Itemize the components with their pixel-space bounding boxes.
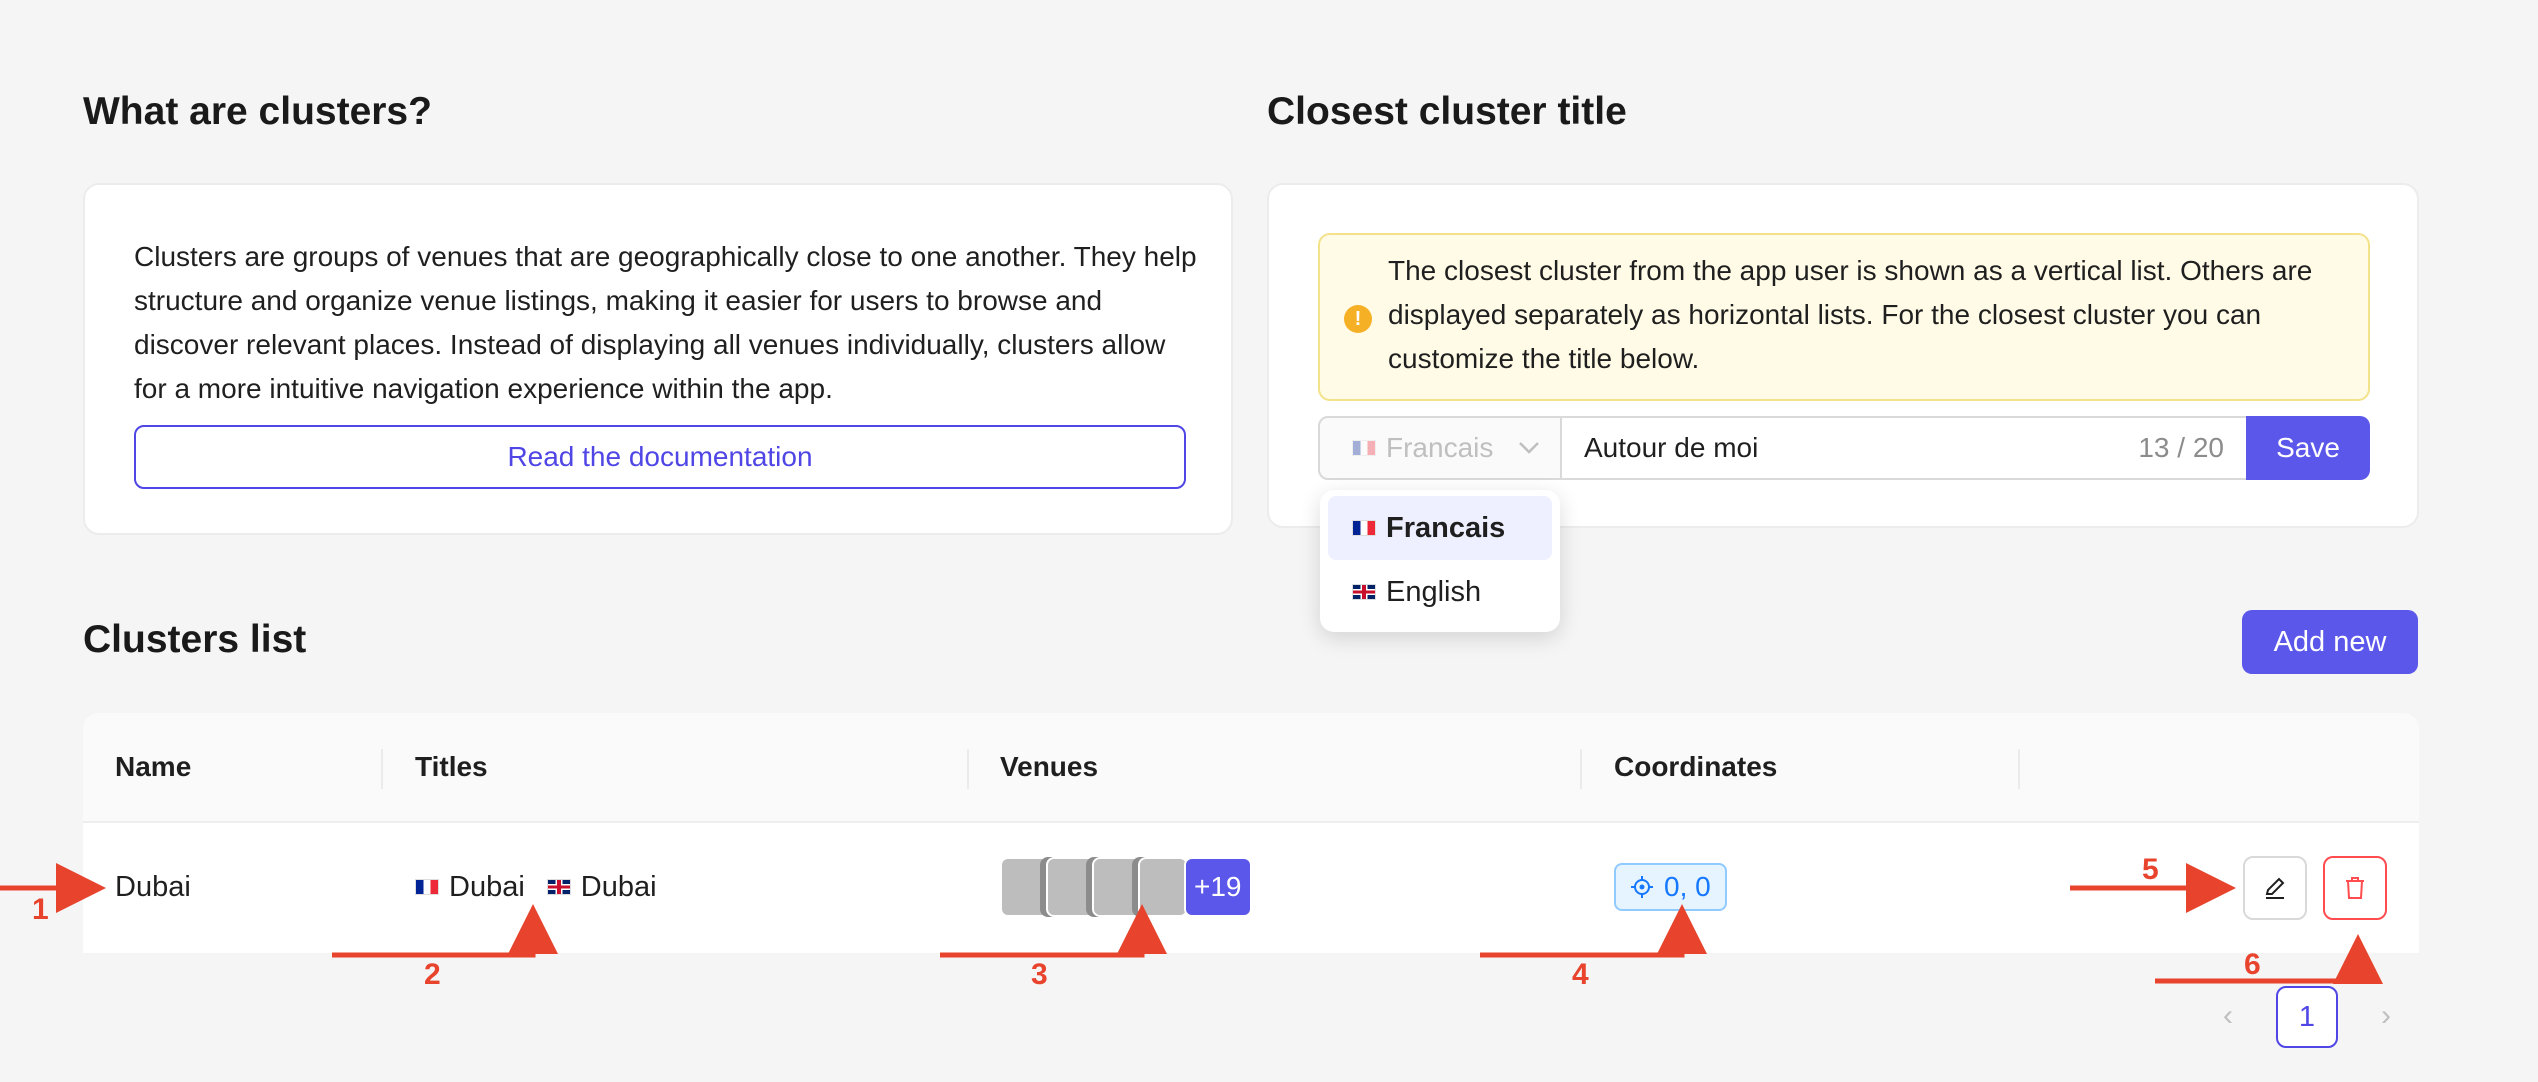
table-header: Name Titles Venues Coordinates	[83, 713, 2419, 823]
venue-thumbnail	[1138, 857, 1188, 917]
coordinates-cell: 0, 0	[1614, 863, 1727, 911]
column-divider	[2018, 749, 2020, 789]
dropdown-option-francais[interactable]: Francais	[1328, 496, 1552, 560]
title-french: Dubai	[449, 870, 525, 903]
annotation-label-4: 4	[1572, 958, 1589, 991]
coordinates-value: 0, 0	[1664, 871, 1711, 902]
edit-pencil-icon	[2265, 877, 2285, 899]
column-divider	[1580, 749, 1582, 789]
column-header-name: Name	[115, 751, 192, 782]
add-new-button[interactable]: Add new	[2242, 610, 2418, 674]
char-counter: 13 / 20	[2138, 432, 2224, 463]
annotation-label-1: 1	[32, 893, 49, 926]
clusters-section-title: Clusters list	[83, 618, 307, 661]
france-flag-icon	[415, 879, 439, 895]
language-dropdown: Francais English	[1320, 490, 1560, 632]
annotation-label-6: 6	[2244, 948, 2261, 981]
annotation-label-3: 3	[1031, 958, 1048, 991]
language-select[interactable]: Francais	[1318, 416, 1562, 480]
france-flag-icon	[1352, 520, 1376, 536]
cluster-titles: Dubai Dubai	[415, 865, 657, 909]
uk-flag-icon	[1352, 584, 1376, 600]
pagination-next-icon[interactable]: ›	[2366, 986, 2406, 1046]
location-target-icon	[1631, 876, 1653, 898]
clusters-table: Name Titles Venues Coordinates Dubai Dub…	[83, 713, 2419, 953]
pagination-prev-icon[interactable]: ‹	[2208, 986, 2248, 1046]
closest-section-title: Closest cluster title	[1267, 90, 1627, 133]
column-divider	[967, 749, 969, 789]
about-section-title: What are clusters?	[83, 90, 432, 133]
language-select-value: Francais	[1386, 432, 1494, 463]
venue-thumbnail	[1046, 857, 1096, 917]
closest-card: ! The closest cluster from the app user …	[1267, 183, 2419, 528]
cluster-name: Dubai	[115, 870, 191, 903]
read-documentation-button[interactable]: Read the documentation	[134, 425, 1186, 489]
edit-button[interactable]	[2243, 856, 2307, 920]
delete-button[interactable]	[2323, 856, 2387, 920]
annotation-label-5: 5	[2142, 853, 2159, 886]
table-row: Dubai Dubai Dubai +19 0, 0	[83, 823, 2419, 953]
dropdown-option-label: English	[1386, 575, 1482, 608]
venue-thumbnail	[1000, 857, 1050, 917]
venues-more-count: +19	[1184, 857, 1252, 917]
column-header-titles: Titles	[415, 751, 488, 782]
dropdown-option-label: Francais	[1386, 511, 1506, 544]
column-header-coordinates: Coordinates	[1614, 751, 1778, 782]
column-divider	[381, 749, 383, 789]
info-alert: ! The closest cluster from the app user …	[1318, 233, 2370, 401]
save-button[interactable]: Save	[2246, 416, 2370, 480]
venue-avatars[interactable]: +19	[1000, 857, 1252, 917]
chevron-down-icon	[1519, 442, 1540, 454]
column-header-venues: Venues	[1000, 751, 1099, 782]
warning-icon: !	[1344, 305, 1372, 333]
uk-flag-icon	[546, 879, 571, 895]
about-card: Clusters are groups of venues that are g…	[83, 183, 1233, 535]
france-flag-icon	[1352, 440, 1376, 456]
trash-icon	[2346, 877, 2364, 899]
venue-thumbnail	[1092, 857, 1142, 917]
cluster-title-input[interactable]: Autour de moi 13 / 20	[1562, 416, 2248, 480]
coordinates-badge[interactable]: 0, 0	[1614, 863, 1727, 911]
title-english: Dubai	[580, 870, 657, 903]
pagination-page[interactable]: 1	[2276, 986, 2338, 1048]
dropdown-option-english[interactable]: English	[1328, 560, 1552, 624]
cluster-title-input-value: Autour de moi	[1584, 432, 1759, 463]
alert-text: The closest cluster from the app user is…	[1388, 255, 2313, 374]
about-description: Clusters are groups of venues that are g…	[134, 241, 1197, 404]
annotation-label-2: 2	[424, 958, 441, 991]
